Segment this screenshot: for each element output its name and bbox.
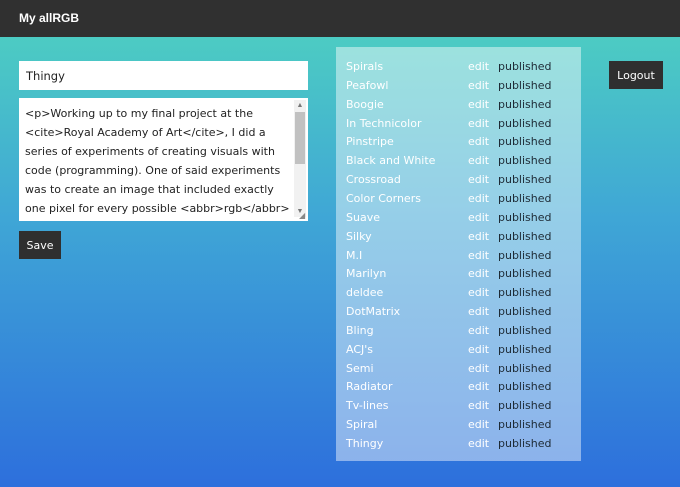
status-label: published (498, 173, 552, 187)
entry-name: Boogie (346, 97, 384, 111)
edit-link[interactable]: edit (468, 57, 489, 76)
scroll-up-arrow-icon[interactable]: ▲ (294, 100, 306, 111)
status-label: published (498, 361, 552, 375)
edit-link[interactable]: edit (468, 151, 489, 170)
status-label: published (498, 191, 552, 205)
list-item: Marilyn edit published (336, 264, 581, 283)
status-label: published (498, 210, 552, 224)
entry-name: Suave (346, 210, 380, 224)
edit-link[interactable]: edit (468, 189, 489, 208)
entry-name: Thingy (346, 437, 384, 450)
edit-link[interactable]: edit (468, 340, 489, 359)
list-item: Spiral edit published (336, 415, 581, 434)
body-textarea-content[interactable]: <p>Working up to my final project at the… (25, 104, 293, 216)
entry-name: Black and White (346, 154, 436, 168)
list-item: Black and White edit published (336, 151, 581, 170)
entry-name: deldee (346, 286, 384, 300)
edit-link[interactable]: edit (468, 227, 489, 246)
list-item: Crossroad edit published (336, 170, 581, 189)
status-label: published (498, 78, 552, 92)
list-item: DotMatrix edit published (336, 302, 581, 321)
list-item: Spirals edit published (336, 57, 581, 76)
list-item: Semi edit published (336, 359, 581, 378)
edit-link[interactable]: edit (468, 359, 489, 378)
entry-name: Spirals (346, 60, 384, 73)
status-label: published (498, 305, 552, 319)
status-label: published (498, 135, 552, 149)
title-input[interactable] (19, 61, 308, 90)
list-item: Radiator edit published (336, 377, 581, 396)
entry-name: Peafowl (346, 78, 389, 92)
edit-link[interactable]: edit (468, 76, 489, 95)
entry-name: ACJ's (346, 342, 374, 356)
edit-link[interactable]: edit (468, 246, 489, 265)
edit-link[interactable]: edit (468, 114, 489, 133)
resize-grip-icon[interactable]: ◢ (299, 212, 307, 220)
status-label: published (498, 437, 552, 450)
entry-name: Pinstripe (346, 135, 394, 149)
status-label: published (498, 399, 552, 413)
status-label: published (498, 229, 552, 243)
entry-name: Silky (346, 229, 372, 243)
status-label: published (498, 248, 552, 262)
scrollbar-thumb[interactable] (295, 112, 305, 164)
entry-name: Bling (346, 323, 374, 337)
entry-name: Tv-lines (346, 399, 389, 413)
list-item: Silky edit published (336, 227, 581, 246)
edit-link[interactable]: edit (468, 95, 489, 114)
brand-title[interactable]: My allRGB (19, 11, 79, 25)
list-item: Thingy edit published (336, 434, 581, 453)
edit-link[interactable]: edit (468, 132, 489, 151)
status-label: published (498, 60, 552, 73)
edit-link[interactable]: edit (468, 321, 489, 340)
body-textarea[interactable]: <p>Working up to my final project at the… (19, 98, 308, 221)
status-label: published (498, 418, 552, 432)
entry-name: In Technicolor (346, 116, 422, 130)
entry-name: Crossroad (346, 173, 401, 187)
list-item: Pinstripe edit published (336, 132, 581, 151)
edit-link[interactable]: edit (468, 302, 489, 321)
edit-link[interactable]: edit (468, 283, 489, 302)
status-label: published (498, 116, 552, 130)
top-navigation-bar: My allRGB (0, 0, 680, 37)
edit-link[interactable]: edit (468, 396, 489, 415)
list-item: M.I edit published (336, 246, 581, 265)
status-label: published (498, 154, 552, 168)
textarea-scrollbar[interactable]: ▲ ▼ (294, 100, 306, 217)
edit-link[interactable]: edit (468, 415, 489, 434)
list-item: Suave edit published (336, 208, 581, 227)
status-label: published (498, 286, 552, 300)
entry-name: DotMatrix (346, 305, 401, 319)
list-item: ACJ's edit published (336, 340, 581, 359)
entry-name: Semi (346, 361, 374, 375)
entry-name: Marilyn (346, 267, 387, 281)
edit-link[interactable]: edit (468, 264, 489, 283)
entry-name: M.I (346, 248, 363, 262)
entry-name: Spiral (346, 418, 378, 432)
list-item: deldee edit published (336, 283, 581, 302)
entry-name: Radiator (346, 380, 393, 394)
list-item: Peafowl edit published (336, 76, 581, 95)
list-item: In Technicolor edit published (336, 114, 581, 133)
edit-link[interactable]: edit (468, 208, 489, 227)
save-button[interactable]: Save (19, 231, 61, 259)
list-item: Tv-lines edit published (336, 396, 581, 415)
list-item: Bling edit published (336, 321, 581, 340)
edit-link[interactable]: edit (468, 377, 489, 396)
list-item: Color Corners edit published (336, 189, 581, 208)
list-item: Boogie edit published (336, 95, 581, 114)
logout-button[interactable]: Logout (609, 61, 663, 89)
edit-link[interactable]: edit (468, 170, 489, 189)
entries-list: Spirals edit published Peafowl edit published… (336, 47, 581, 461)
status-label: published (498, 97, 552, 111)
status-label: published (498, 380, 552, 394)
edit-link[interactable]: edit (468, 434, 489, 453)
status-label: published (498, 267, 552, 281)
entry-name: Color Corners (346, 191, 421, 205)
status-label: published (498, 342, 552, 356)
status-label: published (498, 323, 552, 337)
